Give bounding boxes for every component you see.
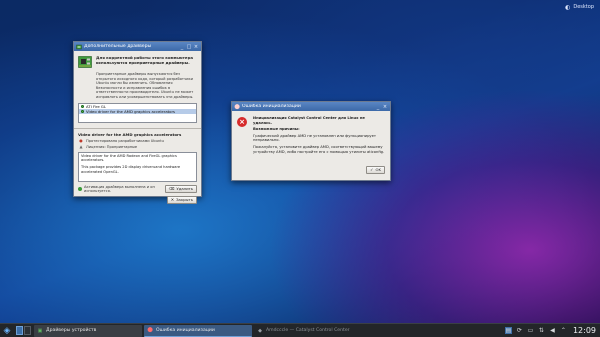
close-icon[interactable]: ×	[382, 104, 388, 110]
divider	[74, 127, 201, 129]
remove-button[interactable]: ⌫ Удалить	[164, 184, 197, 193]
driver-description: Video driver for the AMD Radeon and Fire…	[78, 151, 197, 182]
driver-description-p2: This package provides 2D display driveru…	[81, 165, 181, 174]
driver-license-text: Лицензия: Проприетарные	[86, 144, 138, 149]
driver-details-title: Video driver for the AMD graphics accele…	[78, 131, 182, 137]
drivers-titlebar[interactable]: Дополнительные драйверы _ □ ×	[74, 42, 201, 51]
drivers-app-icon	[76, 44, 82, 50]
error-titlebar[interactable]: ⬤ Ошибка инициализации _ ×	[232, 102, 390, 111]
driver-support-text: Протестировано разработчиками Ubuntu	[86, 138, 164, 143]
virtual-desktop-pager[interactable]	[16, 326, 31, 335]
system-tray: ▤ ⟳ ▭ ⇅ ◀ ⌃ 12:09	[504, 326, 596, 335]
driver-support-row: ● Протестировано разработчиками Ubuntu	[79, 137, 197, 143]
desktop-toolbox[interactable]: ◐ Desktop	[565, 2, 594, 12]
drivers-intro-text: Проприетарные драйверы выпускаются без о…	[96, 72, 194, 99]
driver-list-label: Video driver for the AMD graphics accele…	[86, 108, 176, 114]
task-error-dialog[interactable]: ⬤ Ошибка инициализации	[144, 324, 252, 337]
network-icon[interactable]: ⇅	[538, 327, 545, 334]
error-message-title: Инициализация Catalyst Control Center дл…	[253, 116, 365, 125]
driver-license-row: ▲ Лицензия: Проприетарные	[79, 143, 197, 149]
close-button-label: Закрыть	[176, 197, 193, 203]
task-label: Amdcccle — Catalyst Control Center	[266, 328, 350, 333]
taskbar: ◈ ▣ Драйверы устройств ⬤ Ошибка инициали…	[0, 323, 600, 337]
error-icon: ×	[237, 117, 247, 127]
minimize-icon[interactable]: _	[375, 104, 381, 110]
desktop-1[interactable]	[16, 326, 23, 335]
task-drivers[interactable]: ▣ Драйверы устройств	[34, 324, 142, 337]
support-shield-icon: ●	[79, 137, 83, 143]
driver-status-row: Активация драйвера выполнена и он исполь…	[78, 184, 197, 193]
remove-button-label: Удалить	[176, 186, 193, 192]
minimize-icon[interactable]: _	[179, 44, 185, 50]
maximize-icon[interactable]: □	[186, 44, 192, 50]
error-dialog: ⬤ Ошибка инициализации _ × × Инициализац…	[231, 101, 391, 181]
driver-status-icon	[81, 104, 84, 108]
checkmark-icon: ✓	[370, 167, 374, 172]
error-message: Инициализация Catalyst Control Center дл…	[253, 116, 385, 154]
volume-icon[interactable]: ◀	[549, 327, 556, 334]
task-label: Драйверы устройств	[46, 328, 97, 333]
application-launcher[interactable]: ◈	[0, 324, 14, 337]
launcher-icon: ◈	[3, 325, 11, 336]
circuit-board-icon	[78, 56, 92, 68]
license-icon: ▲	[79, 143, 83, 149]
close-icon: ✕	[170, 197, 175, 203]
catalyst-task-icon: ◆	[258, 327, 262, 334]
driver-status-icon	[81, 109, 84, 113]
task-catalyst[interactable]: ◆ Amdcccle — Catalyst Control Center	[254, 325, 362, 337]
ok-button-label: OK	[375, 167, 381, 172]
error-dialog-title: Ошибка инициализации	[242, 104, 301, 109]
devices-icon[interactable]: ▭	[527, 327, 534, 334]
task-label: Ошибка инициализации	[156, 327, 215, 333]
error-message-subtitle: Возможные причины:	[253, 127, 300, 132]
desktop-2[interactable]	[24, 326, 31, 335]
error-reason-2: Пожалуйста, установите драйвер AMD, соот…	[253, 144, 385, 154]
updates-icon[interactable]: ⟳	[516, 327, 523, 334]
clipboard-icon[interactable]: ▤	[504, 327, 512, 334]
clock[interactable]: 12:09	[573, 326, 596, 335]
drivers-intro-title: Для корректной работы этого компьютера и…	[96, 55, 193, 65]
close-button[interactable]: ✕ Закрыть	[166, 195, 197, 204]
error-task-icon: ⬤	[147, 327, 153, 333]
driver-list-item-selected[interactable]: Video driver for the AMD graphics accele…	[79, 108, 196, 114]
desktop-background: ◐ Desktop Дополнительные драйверы _ □ × …	[0, 0, 600, 323]
error-reason-1: Графический драйвер AMD не установлен ил…	[253, 133, 377, 143]
drivers-task-icon: ▣	[37, 327, 43, 334]
error-app-icon: ⬤	[234, 103, 240, 110]
desktop-toolbox-icon: ◐	[565, 3, 571, 11]
desktop-toolbox-label: Desktop	[573, 4, 594, 10]
drivers-window-title: Дополнительные драйверы	[84, 44, 152, 49]
drivers-window: Дополнительные драйверы _ □ × Для коррек…	[73, 41, 202, 204]
ok-button[interactable]: ✓ OK	[366, 165, 385, 174]
driver-status-text: Активация драйвера выполнена и он исполь…	[84, 184, 155, 193]
active-status-icon	[78, 186, 82, 191]
driver-list[interactable]: ATI Fire GL Video driver for the AMD gra…	[78, 102, 197, 123]
remove-icon: ⌫	[168, 186, 175, 192]
close-icon[interactable]: ×	[193, 44, 199, 50]
tray-expand-icon[interactable]: ⌃	[560, 327, 567, 334]
driver-description-p1: Video driver for the AMD Radeon and Fire…	[81, 153, 177, 162]
